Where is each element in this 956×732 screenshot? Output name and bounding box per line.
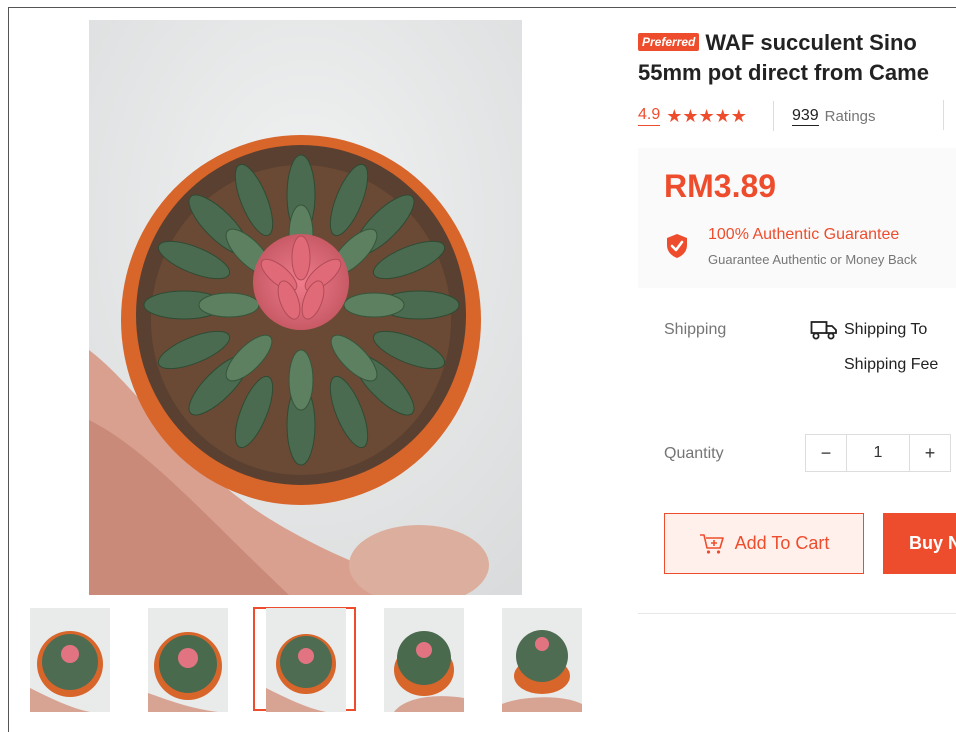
main-product-image[interactable] <box>89 20 522 595</box>
thumbnail-3[interactable] <box>266 608 346 712</box>
ratings-count[interactable]: 939 <box>791 107 819 126</box>
thumbnail-5[interactable] <box>502 608 582 712</box>
divider <box>772 101 774 131</box>
price: RM3.89 <box>664 168 777 204</box>
add-to-cart-label: Add To Cart <box>734 533 830 553</box>
buy-now-button[interactable]: Buy N <box>883 513 956 574</box>
frame-border-left <box>8 7 9 732</box>
quantity-input[interactable]: 1 <box>847 435 910 471</box>
divider <box>943 100 944 130</box>
quantity-increment-button[interactable]: + <box>910 435 950 471</box>
thumbnail-1[interactable] <box>30 608 110 712</box>
guarantee-title[interactable]: 100% Authentic Guarantee <box>708 226 899 244</box>
thumbnail-2[interactable] <box>148 608 228 712</box>
truck-icon <box>810 321 837 340</box>
section-divider <box>638 613 956 614</box>
rating-score[interactable]: 4.9 <box>638 106 661 126</box>
quantity-stepper: − 1 + <box>805 434 951 472</box>
quantity-decrement-button[interactable]: − <box>806 435 847 471</box>
shipping-to[interactable]: Shipping To <box>844 321 927 339</box>
add-to-cart-button[interactable]: Add To Cart <box>664 513 864 574</box>
preferred-badge: Preferred <box>638 33 700 51</box>
shipping-fee: Shipping Fee <box>844 356 939 373</box>
shipping-label: Shipping <box>664 321 727 338</box>
quantity-label: Quantity <box>664 445 724 462</box>
shield-check-icon <box>667 234 687 258</box>
product-title-line-2: 55mm pot direct from Came <box>638 60 929 85</box>
rating-row: 4.9 ★★★★★ 939 Ratings <box>638 101 876 131</box>
product-title-line-1: Preferred WAF succulent Sino <box>638 30 917 56</box>
star-icon: ★★★★★ <box>666 105 747 126</box>
guarantee-subtitle: Guarantee Authentic or Money Back <box>708 252 917 267</box>
price-panel: RM3.89 100% Authentic Guarantee Guarante… <box>638 148 956 288</box>
cart-plus-icon <box>699 533 724 554</box>
product-title-text: WAF succulent Sino <box>705 30 917 55</box>
thumbnail-4[interactable] <box>384 608 464 712</box>
ratings-label: Ratings <box>824 107 876 125</box>
frame-border-top <box>8 7 956 8</box>
